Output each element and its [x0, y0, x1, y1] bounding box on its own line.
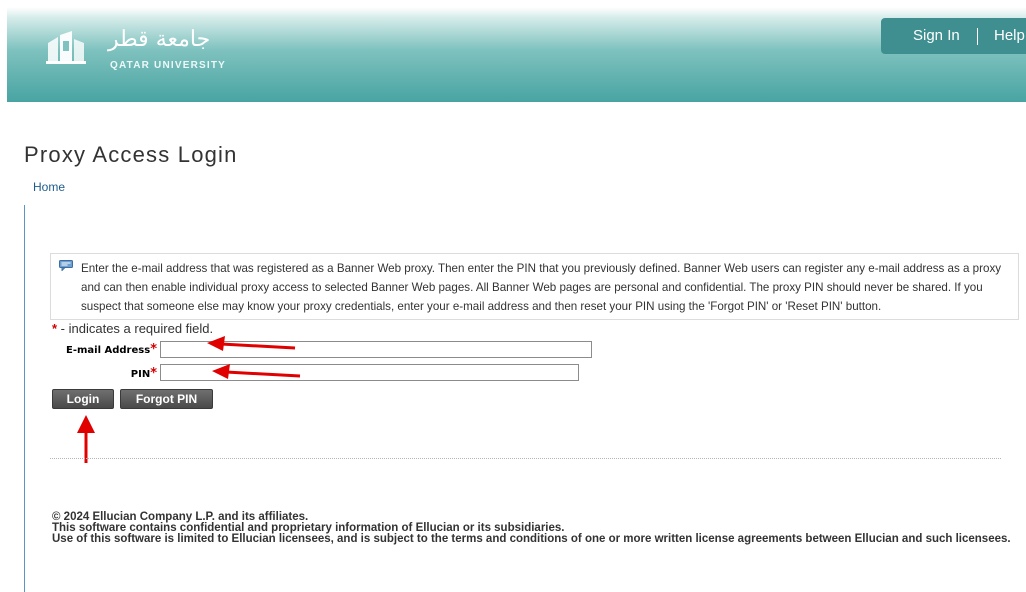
info-comment-icon	[59, 260, 73, 271]
annotation-arrow-icon	[207, 336, 296, 351]
info-message-box: Enter the e-mail address that was regist…	[50, 253, 1019, 320]
required-note-text: - indicates a required field.	[57, 321, 214, 336]
required-field-note: * - indicates a required field.	[52, 321, 213, 336]
help-link[interactable]: Help	[994, 27, 1025, 44]
email-label-text: E-mail Address	[66, 345, 151, 356]
login-button[interactable]: Login	[52, 389, 114, 409]
logo-english-text: QATAR UNIVERSITY	[110, 60, 227, 71]
pin-label: PIN*	[52, 366, 157, 381]
university-logo-icon	[46, 31, 86, 64]
annotation-arrow-icon	[212, 364, 301, 379]
left-divider	[24, 205, 25, 592]
footer: © 2024 Ellucian Company L.P. and its aff…	[52, 511, 1012, 545]
logo-arabic-text: جامعة قطر	[108, 27, 211, 52]
pin-label-text: PIN	[130, 369, 151, 380]
info-message-text: Enter the e-mail address that was regist…	[81, 262, 1002, 313]
footer-license: Use of this software is limited to Elluc…	[52, 533, 1011, 545]
page-title: Proxy Access Login	[24, 142, 238, 167]
pin-required-star: *	[150, 366, 157, 381]
sign-in-link[interactable]: Sign In	[913, 27, 960, 44]
breadcrumb-home-link[interactable]: Home	[33, 180, 65, 194]
nav-separator	[977, 28, 978, 45]
section-divider	[50, 458, 1001, 459]
page-header: جامعة قطر QATAR UNIVERSITY Sign In Help	[7, 7, 1026, 102]
email-label: E-mail Address*	[52, 342, 157, 357]
top-navigation: Sign In Help	[881, 18, 1026, 54]
qatar-university-logo[interactable]: جامعة قطر QATAR UNIVERSITY	[40, 27, 250, 77]
email-required-star: *	[150, 342, 157, 357]
forgot-pin-button[interactable]: Forgot PIN	[120, 389, 213, 409]
